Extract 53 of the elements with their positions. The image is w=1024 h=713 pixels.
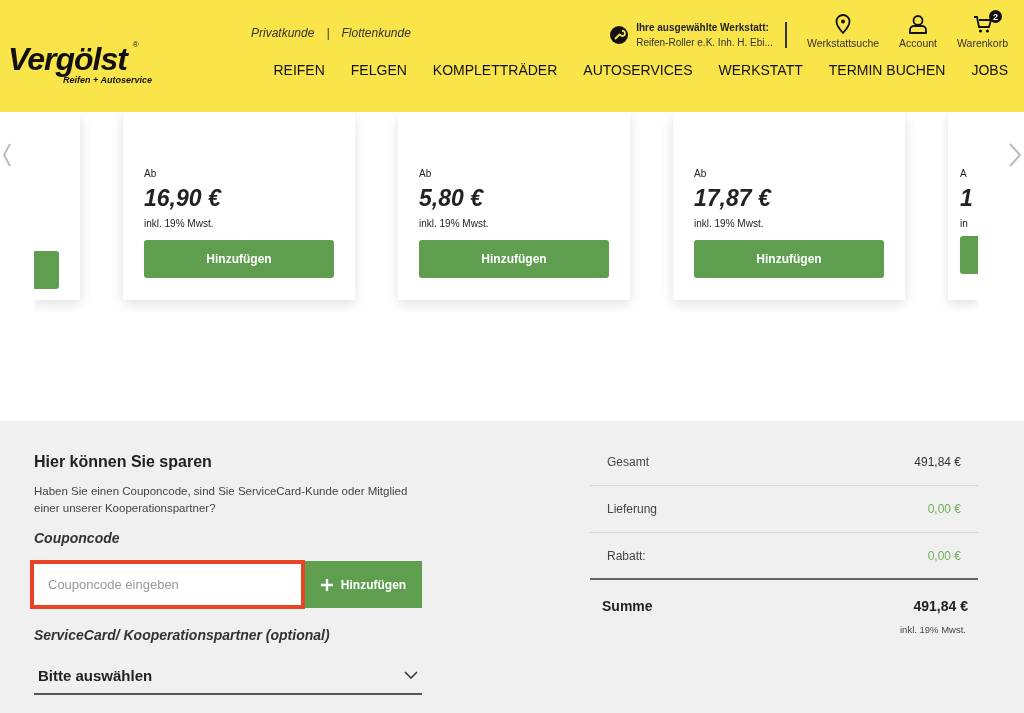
product-price: 16,90 € — [144, 185, 223, 212]
nav-link[interactable]: JOBS — [971, 62, 1008, 78]
nav-link[interactable]: REIFEN — [273, 62, 325, 78]
partner-select[interactable]: Bitte auswählen — [34, 657, 422, 695]
cart-count-badge: 2 — [989, 10, 1002, 23]
header-icon-link[interactable]: Werkstattsuche — [806, 14, 880, 49]
price-prefix: Ab — [694, 168, 708, 179]
summary-label: Gesamt — [607, 455, 649, 469]
savings-heading: Hier können Sie sparen — [34, 453, 213, 471]
total-value: 491,84 € — [913, 598, 968, 614]
add-to-cart-button[interactable] — [960, 236, 978, 274]
summary-value: 0,00 € — [927, 502, 961, 516]
summary-label: Lieferung — [607, 502, 658, 516]
chevron-down-icon — [404, 671, 418, 679]
savings-description: Haben Sie einen Couponcode, sind Sie ServiceCard-Kunde oder Mitglied einer unserer Kooperationspartner? — [34, 484, 409, 516]
product-price: 1 — [960, 185, 974, 212]
logo-wordmark[interactable]: Vergölst — [8, 40, 131, 78]
registered-mark: ® — [132, 40, 139, 50]
nav-link[interactable]: TERMIN BUCHEN — [828, 62, 946, 78]
nav-link[interactable]: AUTOSERVICES — [583, 62, 693, 78]
summary-value: 491,84 € — [914, 455, 961, 469]
location-pin-icon — [835, 14, 851, 34]
customer-type-link[interactable]: Privatkunde — [251, 26, 315, 40]
nav-link[interactable]: WERKSTATT — [718, 62, 803, 78]
link-separator: | — [326, 26, 330, 40]
customer-type-link[interactable]: Flottenkunde — [341, 26, 411, 40]
wrench-icon — [610, 26, 629, 44]
price-prefix: Ab — [419, 168, 433, 179]
logo-tagline: Reifen + Autoservice — [63, 75, 153, 86]
total-label: Summe — [602, 598, 653, 614]
coupon-label: Couponcode — [34, 530, 121, 546]
tax-note: inkl. 19% Mwst. — [144, 218, 215, 229]
nav-link[interactable]: KOMPLETTRÄDER — [432, 62, 558, 78]
total-tax-note: inkl. 19% Mwst. — [899, 623, 967, 635]
summary-value: 0,00 € — [927, 548, 961, 563]
servicecard-label: ServiceCard/ Kooperationspartner (optional) — [34, 627, 331, 643]
price-prefix: Ab — [144, 168, 158, 179]
selected-workshop-name[interactable]: Reifen-Roller e.K. Inh. H. Ebi... — [636, 37, 773, 48]
account-icon — [908, 14, 929, 34]
cart-icon — [972, 14, 993, 34]
nav-link[interactable]: FELGEN — [350, 62, 407, 78]
coupon-input-field[interactable]: Couponcode eingeben — [30, 560, 305, 609]
price-prefix: A — [960, 168, 968, 179]
header-icon-link[interactable]: Account — [899, 14, 938, 49]
tax-note: in — [960, 218, 969, 229]
product-price: 5,80 € — [419, 185, 485, 212]
add-to-cart-button[interactable] — [34, 251, 59, 289]
product-price: 17,87 € — [694, 185, 773, 212]
summary-label: Rabatt: — [607, 548, 646, 563]
tax-note: inkl. 19% Mwst. — [694, 218, 765, 229]
selected-workshop-label: Ihre ausgewählte Werkstatt: — [636, 22, 770, 33]
tax-note: inkl. 19% Mwst. — [419, 218, 490, 229]
plus-icon — [320, 578, 333, 591]
